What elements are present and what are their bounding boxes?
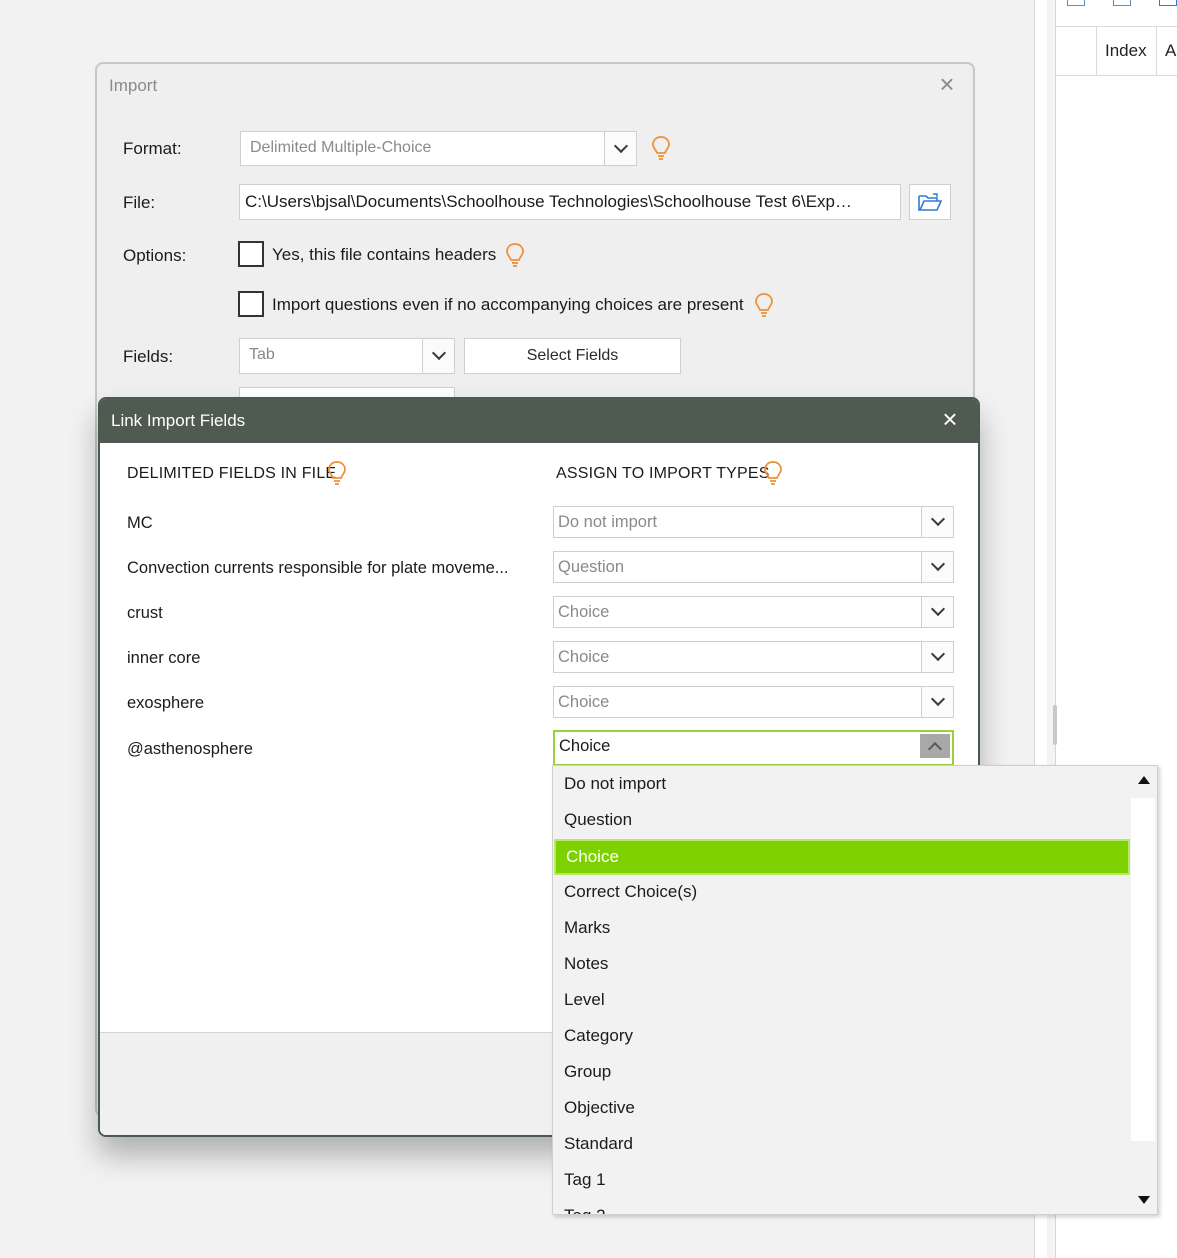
assign-value: Choice	[558, 693, 610, 711]
close-icon[interactable]: ×	[935, 71, 959, 97]
open-folder-icon	[918, 193, 943, 211]
assign-value: Do not import	[558, 513, 658, 531]
assign-combo[interactable]: Choice	[553, 686, 954, 718]
chevron-down-icon[interactable]	[422, 339, 454, 373]
link-dialog-title: Link Import Fields	[111, 411, 246, 430]
col-header-assign: ASSIGN TO IMPORT TYPES	[556, 465, 770, 482]
options-label: Options:	[123, 246, 187, 265]
format-value: Delimited Multiple-Choice	[250, 139, 432, 156]
col-header-fields: DELIMITED FIELDS IN FILE	[127, 465, 337, 482]
table-icon[interactable]	[1067, 0, 1085, 6]
chevron-up-icon[interactable]	[920, 734, 950, 758]
assign-combo[interactable]: Choice	[553, 641, 954, 673]
lightbulb-icon[interactable]	[753, 292, 775, 318]
link-dialog-titlebar: Link Import Fields ×	[100, 399, 978, 443]
field-name: Convection currents responsible for plat…	[127, 559, 509, 577]
field-name: crust	[127, 604, 163, 622]
select-fields-button[interactable]: Select Fields	[464, 338, 681, 374]
grid-header-index[interactable]: Index	[1105, 41, 1147, 61]
chevron-down-icon[interactable]	[921, 507, 953, 537]
dropdown-option[interactable]: Category	[553, 1018, 1131, 1054]
scrollbar-thumb[interactable]	[1131, 798, 1155, 1141]
splitter-grip[interactable]	[1053, 705, 1057, 745]
file-path-input[interactable]: C:\Users\bjsal\Documents\Schoolhouse Tec…	[239, 184, 901, 220]
headers-checkbox[interactable]	[238, 241, 264, 267]
field-name: @asthenosphere	[127, 740, 253, 758]
assign-combo[interactable]: Question	[553, 551, 954, 583]
chevron-down-icon[interactable]	[921, 687, 953, 717]
grid-header: Index A	[1056, 26, 1177, 76]
dropdown-scrollbar[interactable]	[1130, 766, 1157, 1214]
format-label: Format:	[123, 139, 182, 158]
dropdown-option[interactable]: Level	[553, 982, 1131, 1018]
lightbulb-icon[interactable]	[650, 135, 672, 161]
field-name: exosphere	[127, 694, 205, 712]
chevron-down-icon[interactable]	[921, 597, 953, 627]
file-path-value: C:\Users\bjsal\Documents\Schoolhouse Tec…	[245, 192, 852, 211]
browse-folder-button[interactable]	[909, 184, 951, 220]
dropdown-option[interactable]: Group	[553, 1054, 1131, 1090]
format-combo[interactable]: Delimited Multiple-Choice	[240, 131, 637, 166]
lightbulb-icon[interactable]	[504, 242, 526, 268]
chevron-down-icon[interactable]	[921, 642, 953, 672]
lightbulb-icon[interactable]	[326, 460, 348, 486]
chevron-down-icon[interactable]	[604, 132, 636, 165]
dropdown-option[interactable]: Standard	[553, 1126, 1131, 1162]
assign-value: Choice	[558, 648, 610, 666]
scroll-down-arrow-icon[interactable]	[1138, 1196, 1150, 1204]
field-name: MC	[127, 514, 153, 532]
dropdown-option[interactable]: Notes	[553, 946, 1131, 982]
grid-header-a[interactable]: A	[1165, 41, 1176, 61]
no-choices-checkbox-label[interactable]: Import questions even if no accompanying…	[272, 295, 744, 315]
dropdown-option[interactable]: Tag 1	[553, 1162, 1131, 1198]
assign-combo-active[interactable]: Choice	[553, 730, 954, 766]
lightbulb-icon[interactable]	[762, 460, 784, 486]
assign-combo[interactable]: Do not import	[553, 506, 954, 538]
field-name: inner core	[127, 649, 201, 667]
assign-value: Choice	[558, 603, 610, 621]
dropdown-option[interactable]: Correct Choice(s)	[553, 874, 1131, 910]
file-label: File:	[123, 193, 156, 212]
headers-checkbox-label[interactable]: Yes, this file contains headers	[272, 245, 496, 265]
dropdown-option-selected[interactable]: Choice	[554, 839, 1130, 875]
no-choices-checkbox[interactable]	[238, 291, 264, 317]
dropdown-option[interactable]: Question	[553, 802, 1131, 838]
delimiter-value: Tab	[249, 346, 275, 363]
table-icon[interactable]	[1113, 0, 1131, 6]
chevron-down-icon[interactable]	[921, 552, 953, 582]
assign-value: Choice	[559, 737, 611, 755]
fields-label: Fields:	[123, 347, 174, 366]
assign-value: Question	[558, 558, 625, 576]
assign-dropdown-list[interactable]: Do not import Question Choice Correct Ch…	[552, 765, 1158, 1215]
table-icon[interactable]	[1159, 0, 1177, 6]
close-icon[interactable]: ×	[938, 406, 962, 432]
dropdown-option[interactable]: Marks	[553, 910, 1131, 946]
dropdown-option[interactable]: Do not import	[553, 766, 1131, 802]
import-dialog-title: Import	[109, 76, 158, 95]
delimiter-combo[interactable]: Tab	[239, 338, 455, 374]
dropdown-option[interactable]: Objective	[553, 1090, 1131, 1126]
scroll-up-arrow-icon[interactable]	[1138, 776, 1150, 784]
assign-combo[interactable]: Choice	[553, 596, 954, 628]
dropdown-option[interactable]: Tag 2	[553, 1198, 1131, 1214]
